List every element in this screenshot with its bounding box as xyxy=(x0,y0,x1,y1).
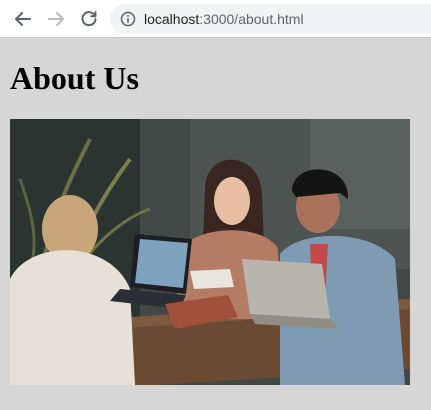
reload-icon xyxy=(81,11,97,27)
arrow-right-icon xyxy=(48,12,64,26)
reload-button[interactable] xyxy=(78,8,100,30)
page-content: About Us xyxy=(0,39,431,410)
url-path: :3000/about.html xyxy=(199,11,304,27)
back-button[interactable] xyxy=(12,8,34,30)
address-bar[interactable]: localhost:3000/about.html xyxy=(110,4,431,34)
page-title: About Us xyxy=(10,60,139,96)
browser-toolbar: localhost:3000/about.html xyxy=(0,0,431,38)
url-text[interactable]: localhost:3000/about.html xyxy=(144,11,304,27)
info-icon[interactable] xyxy=(120,11,136,27)
arrow-left-icon xyxy=(15,12,31,26)
forward-button[interactable] xyxy=(45,8,67,30)
hero-image xyxy=(10,119,410,385)
team-photo xyxy=(10,119,410,385)
url-host: localhost xyxy=(144,11,200,27)
